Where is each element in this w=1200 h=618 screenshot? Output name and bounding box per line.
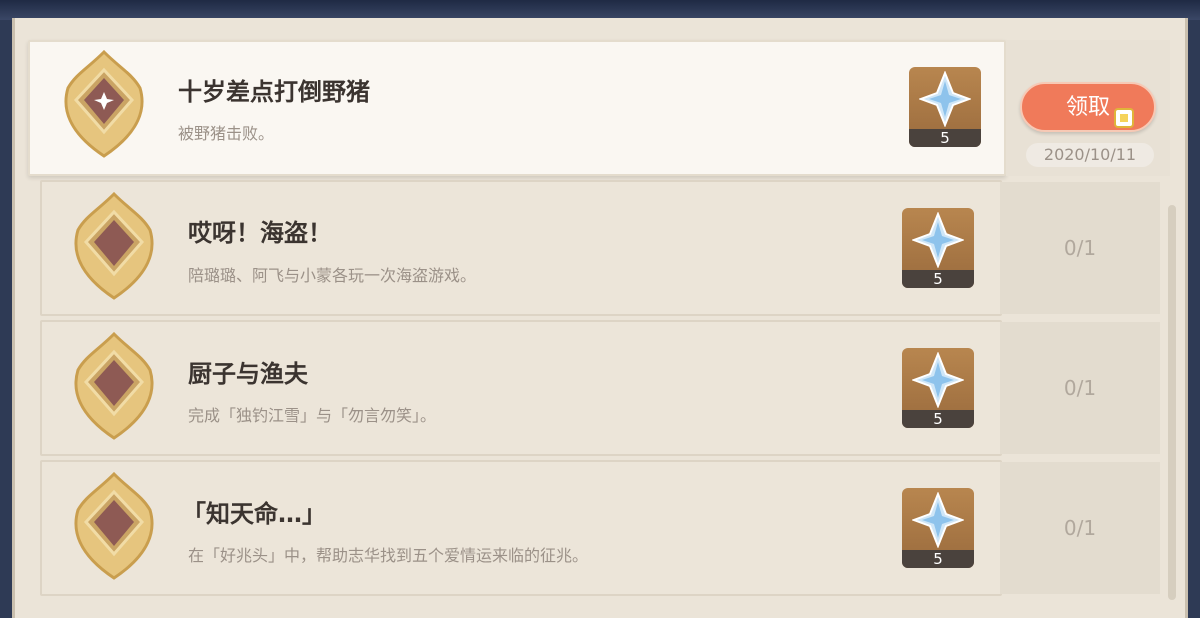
- achievement-title: 厨子与渔夫: [188, 360, 308, 388]
- primogem-icon: [912, 492, 964, 548]
- reward-count: 5: [902, 410, 974, 428]
- reward-count: 5: [902, 270, 974, 288]
- achievement-row[interactable]: [28, 40, 1006, 176]
- achievement-title: 「知天命…」: [182, 500, 326, 528]
- cursor-icon: [1114, 108, 1134, 128]
- achievement-row[interactable]: [40, 180, 1002, 316]
- achievement-emblem-icon: [64, 49, 144, 158]
- achievement-title: 哎呀！海盗！: [188, 219, 332, 247]
- reward-item[interactable]: 5: [902, 348, 974, 428]
- window-top-edge: [0, 0, 1200, 20]
- achievement-description: 陪璐璐、阿飞与小蒙各玩一次海盗游戏。: [188, 266, 477, 285]
- achievement-emblem-icon: [74, 471, 154, 580]
- reward-count: 5: [909, 129, 981, 147]
- reward-item[interactable]: 5: [902, 488, 974, 568]
- achievement-title: 十岁差点打倒野猪: [178, 78, 370, 106]
- achievement-progress: 0/1: [1063, 236, 1097, 260]
- reward-count: 5: [902, 550, 974, 568]
- achievement-description: 完成「独钓江雪」与「勿言勿笑」。: [188, 406, 437, 425]
- achievement-description: 在「好兆头」中，帮助志华找到五个爱情运来临的征兆。: [188, 546, 589, 565]
- achievement-emblem-icon: [74, 331, 154, 440]
- achievement-progress: 0/1: [1063, 516, 1097, 540]
- achievement-row[interactable]: [40, 320, 1002, 456]
- primogem-icon: [919, 71, 971, 127]
- reward-item[interactable]: 5: [902, 208, 974, 288]
- reward-item[interactable]: 5: [909, 67, 981, 147]
- completion-date: 2020/10/11: [1026, 143, 1154, 167]
- claim-button[interactable]: 领取: [1020, 82, 1156, 132]
- achievement-emblem-icon: [74, 191, 154, 300]
- primogem-icon: [912, 352, 964, 408]
- achievement-progress: 0/1: [1063, 376, 1097, 400]
- scrollbar[interactable]: [1168, 205, 1176, 600]
- achievement-description: 被野猪击败。: [178, 124, 275, 143]
- primogem-icon: [912, 212, 964, 268]
